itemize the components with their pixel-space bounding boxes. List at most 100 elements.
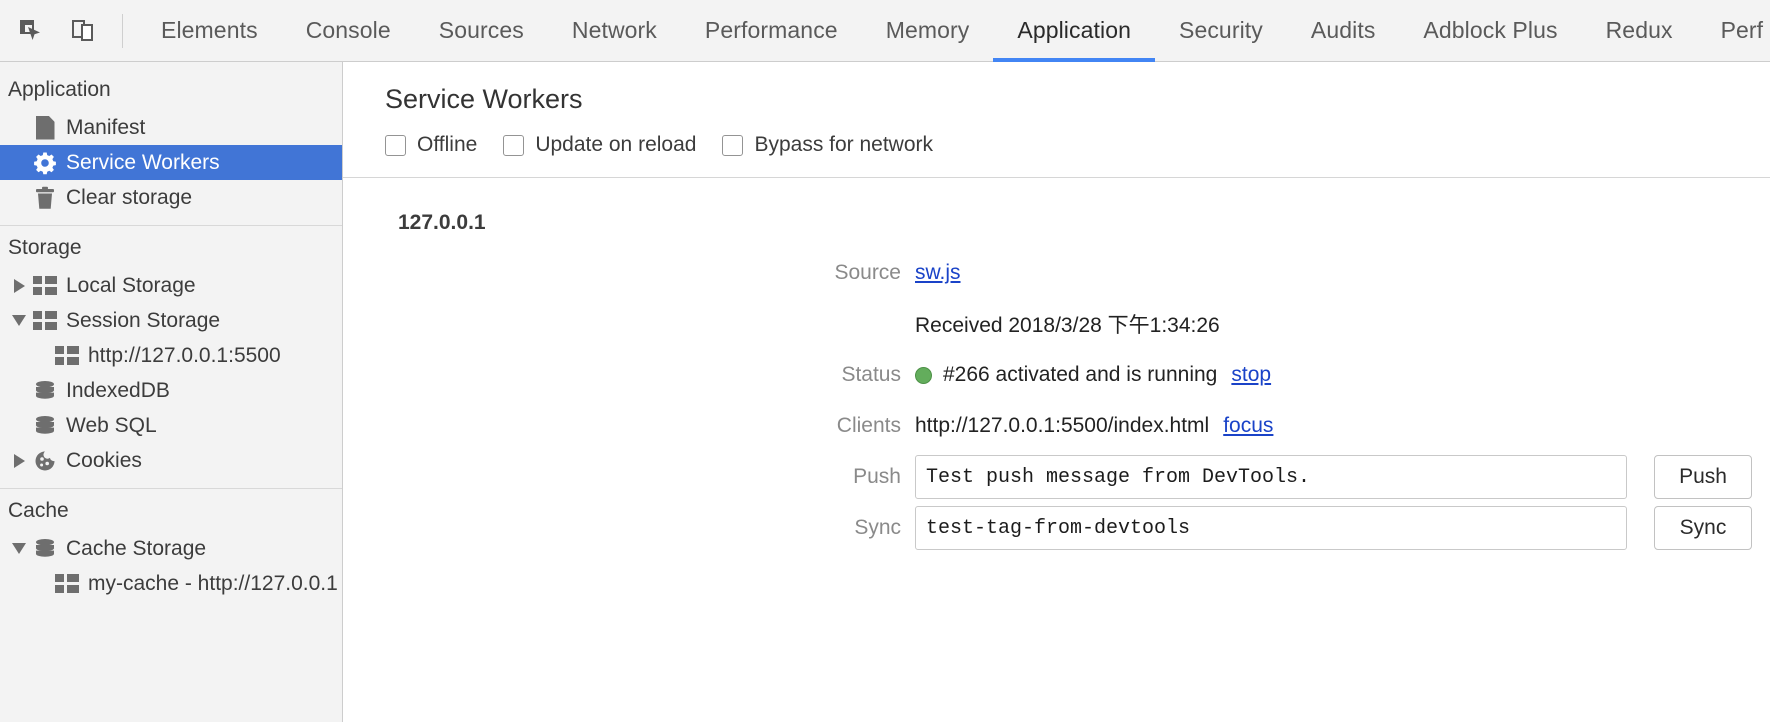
option-offline[interactable]: Offline (385, 133, 477, 157)
device-toolbar-button[interactable] (60, 8, 106, 54)
sidebar-item-indexeddb[interactable]: IndexedDB (0, 373, 342, 408)
sidebar-item-cookies[interactable]: Cookies (0, 443, 342, 478)
offline-checkbox[interactable] (385, 134, 406, 156)
chevron-down-icon[interactable] (8, 315, 30, 326)
sync-label: Sync (854, 516, 901, 539)
sidebar-section-cache-title: Cache (8, 499, 69, 522)
sidebar-item-label: IndexedDB (66, 379, 170, 402)
chevron-right-icon[interactable] (8, 453, 30, 468)
sidebar-item-label: Local Storage (66, 274, 196, 297)
service-worker-details: Source sw.js Received 2018/3/28 下午1:34:2… (343, 235, 1770, 550)
sidebar-item-clear-storage[interactable]: Clear storage (0, 180, 342, 215)
trash-icon (30, 185, 60, 211)
sidebar-item-label: Clear storage (66, 186, 193, 209)
client-url: http://127.0.0.1:5500/index.html (915, 414, 1210, 437)
device-toolbar-icon (72, 19, 93, 41)
push-controls: Push (915, 455, 1752, 499)
push-button[interactable]: Push (1654, 455, 1752, 499)
table-icon (52, 571, 82, 597)
source-link[interactable]: sw.js (915, 261, 961, 285)
application-sidebar: Application Manifest Service Workers Cle… (0, 62, 343, 722)
table-icon (30, 308, 60, 334)
option-label: Bypass for network (754, 133, 934, 156)
clients-value-group: http://127.0.0.1:5500/index.html focus (915, 414, 1273, 438)
tab-network[interactable]: Network (548, 0, 681, 61)
sync-input[interactable] (915, 506, 1627, 550)
option-update-on-reload[interactable]: Update on reload (503, 133, 696, 157)
gear-icon (30, 150, 60, 176)
sidebar-item-label: http://127.0.0.1:5500 (88, 344, 281, 367)
tab-performance[interactable]: Performance (681, 0, 862, 61)
detail-row-push: Push Push (343, 455, 1770, 499)
update-on-reload-checkbox[interactable] (503, 134, 525, 156)
tab-memory[interactable]: Memory (862, 0, 994, 61)
sidebar-item-session-storage-origin[interactable]: http://127.0.0.1:5500 (0, 338, 342, 373)
status-label: Status (841, 363, 901, 386)
option-bypass-for-network[interactable]: Bypass for network (722, 133, 933, 157)
option-label: Update on reload (535, 133, 697, 156)
document-icon (30, 115, 60, 141)
status-value: #266 activated and is running stop (915, 363, 1271, 387)
tab-adblock-plus[interactable]: Adblock Plus (1399, 0, 1581, 61)
sidebar-item-session-storage[interactable]: Session Storage (0, 303, 342, 338)
toolbar-icon-group (0, 0, 137, 61)
sidebar-item-label: Service Workers (66, 151, 220, 174)
database-icon (30, 413, 60, 439)
panel-tabs: Elements Console Sources Network Perform… (137, 0, 1770, 62)
sidebar-item-label: Cache Storage (66, 537, 207, 560)
detail-row-sync: Sync Sync (343, 506, 1770, 550)
sidebar-section-storage-title: Storage (8, 236, 82, 259)
service-worker-options: Offline Update on reload Bypass for netw… (343, 115, 1770, 157)
cookie-icon (30, 448, 60, 474)
detail-row-source: Source sw.js (343, 251, 1770, 295)
table-icon (30, 273, 60, 299)
sidebar-item-label: Web SQL (66, 414, 157, 437)
detail-row-clients: Clients http://127.0.0.1:5500/index.html… (343, 404, 1770, 448)
tab-perf[interactable]: Perf (1697, 0, 1770, 61)
sidebar-item-label: Cookies (66, 449, 142, 472)
detail-row-status: Status #266 activated and is running sto… (343, 353, 1770, 397)
database-icon (30, 536, 60, 562)
table-icon (52, 343, 82, 369)
detail-row-received: Received 2018/3/28 下午1:34:26 (343, 302, 1770, 346)
sidebar-item-cache-storage[interactable]: Cache Storage (0, 531, 342, 566)
tab-security[interactable]: Security (1155, 0, 1287, 61)
database-icon (30, 378, 60, 404)
status-text: #266 activated and is running (943, 363, 1218, 386)
tab-audits[interactable]: Audits (1287, 0, 1400, 61)
sidebar-item-local-storage[interactable]: Local Storage (0, 268, 342, 303)
service-worker-origin: 127.0.0.1 (398, 211, 486, 234)
push-label: Push (853, 465, 901, 488)
stop-link[interactable]: stop (1231, 363, 1271, 387)
source-label: Source (834, 261, 901, 284)
chevron-right-icon[interactable] (8, 278, 30, 293)
sidebar-item-label: Manifest (66, 116, 146, 139)
chevron-down-icon[interactable] (8, 543, 30, 554)
devtools-toolbar: Elements Console Sources Network Perform… (0, 0, 1770, 62)
push-input[interactable] (915, 455, 1627, 499)
focus-link[interactable]: focus (1223, 414, 1273, 438)
status-running: #266 activated and is running (915, 363, 1217, 387)
option-label: Offline (417, 133, 478, 156)
sidebar-item-label: Session Storage (66, 309, 221, 332)
sidebar-item-manifest[interactable]: Manifest (0, 110, 342, 145)
bypass-for-network-checkbox[interactable] (722, 134, 744, 156)
toolbar-separator (122, 13, 123, 48)
inspect-element-icon (20, 19, 40, 40)
sync-button[interactable]: Sync (1654, 506, 1752, 550)
received-value: Received 2018/3/28 下午1:34:26 (915, 314, 1220, 337)
sidebar-item-web-sql[interactable]: Web SQL (0, 408, 342, 443)
sidebar-item-service-workers[interactable]: Service Workers (0, 145, 342, 180)
sidebar-item-label: my-cache - http://127.0.0.1 (88, 572, 338, 595)
sidebar-section-application-title: Application (8, 78, 111, 101)
sidebar-divider-1 (0, 225, 342, 226)
tab-redux[interactable]: Redux (1582, 0, 1697, 61)
inspect-element-button[interactable] (8, 8, 54, 54)
source-value: sw.js (915, 261, 961, 285)
tab-console[interactable]: Console (282, 0, 415, 61)
sidebar-item-my-cache[interactable]: my-cache - http://127.0.0.1 (0, 566, 342, 601)
service-workers-panel: Service Workers Offline Update on reload… (343, 62, 1770, 722)
tab-elements[interactable]: Elements (137, 0, 282, 61)
tab-application[interactable]: Application (993, 0, 1155, 62)
tab-sources[interactable]: Sources (415, 0, 548, 61)
